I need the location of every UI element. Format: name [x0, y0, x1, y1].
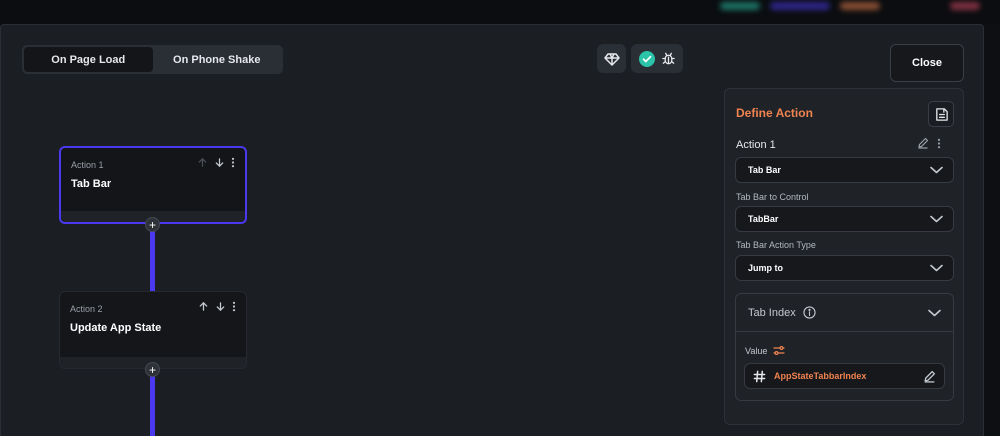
tab-index-section: Tab Index Value AppStateTabbarIndex	[735, 293, 954, 401]
info-icon[interactable]	[803, 306, 816, 319]
tab-bar-to-control-dropdown[interactable]: TabBar	[735, 206, 954, 232]
top-bar-highlight	[720, 2, 760, 10]
value-variable-name: AppStateTabbarIndex	[774, 371, 867, 381]
hash-icon	[753, 370, 766, 382]
dropdown-value: TabBar	[748, 214, 779, 224]
variable-settings-icon[interactable]	[773, 345, 785, 356]
action-node-2[interactable]: Action 2 Update App State	[59, 291, 247, 369]
dropdown-value: Jump to	[748, 263, 783, 273]
action-node-1[interactable]: Action 1 Tab Bar	[59, 146, 247, 224]
value-label: Value	[745, 345, 768, 356]
close-button[interactable]: Close	[890, 44, 964, 82]
action-node-title: Tab Bar	[71, 178, 112, 190]
debug-toggle-button[interactable]	[631, 44, 683, 73]
tab-on-phone-shake[interactable]: On Phone Shake	[153, 47, 282, 72]
top-bar-highlight	[770, 2, 830, 10]
panel-title: Define Action	[736, 106, 813, 120]
arrow-down-icon[interactable]	[215, 301, 226, 312]
add-action-button[interactable]: +	[145, 362, 160, 377]
more-vertical-icon[interactable]	[937, 138, 941, 149]
bug-icon	[661, 52, 675, 65]
check-circle-icon	[638, 50, 655, 67]
top-bar-highlight	[950, 2, 980, 10]
value-label-row: Value	[745, 345, 785, 356]
chevron-down-icon	[928, 309, 941, 316]
top-bar	[0, 0, 1000, 24]
edit-icon[interactable]	[917, 137, 929, 149]
more-vertical-icon[interactable]	[231, 157, 235, 168]
action-node-index: Action 1	[71, 160, 104, 170]
gem-button[interactable]	[597, 44, 626, 73]
chevron-down-icon	[930, 215, 943, 223]
action-library-button[interactable]	[928, 101, 954, 127]
edit-icon[interactable]	[923, 370, 936, 383]
action-name: Action 1	[736, 139, 776, 151]
gem-icon	[603, 52, 620, 66]
action-node-title: Update App State	[70, 322, 162, 334]
flow-connector	[150, 376, 155, 436]
chevron-down-icon	[930, 166, 943, 174]
arrow-down-icon[interactable]	[214, 157, 225, 168]
tab-bar-action-type-dropdown[interactable]: Jump to	[735, 255, 954, 281]
note-add-icon	[935, 107, 948, 121]
arrow-up-icon[interactable]	[198, 301, 209, 312]
trigger-tabs: On Page Load On Phone Shake	[22, 45, 283, 74]
tab-index-header[interactable]: Tab Index	[736, 294, 953, 332]
add-action-button[interactable]: +	[145, 217, 160, 232]
field-label: Tab Bar Action Type	[736, 240, 816, 250]
tab-index-label: Tab Index	[748, 306, 796, 319]
action-type-dropdown[interactable]: Tab Bar	[735, 157, 954, 183]
dropdown-value: Tab Bar	[748, 165, 781, 175]
arrow-up-icon[interactable]	[197, 157, 208, 168]
action-node-index: Action 2	[70, 304, 103, 314]
top-bar-highlight	[840, 2, 880, 10]
flow-connector	[150, 230, 155, 292]
field-label: Tab Bar to Control	[736, 192, 809, 202]
more-vertical-icon[interactable]	[232, 301, 236, 312]
tab-on-page-load[interactable]: On Page Load	[24, 47, 153, 72]
chevron-down-icon	[930, 264, 943, 272]
value-variable-field[interactable]: AppStateTabbarIndex	[744, 363, 945, 389]
define-action-panel: Define Action Action 1 Tab Bar Tab Bar t…	[724, 88, 964, 425]
